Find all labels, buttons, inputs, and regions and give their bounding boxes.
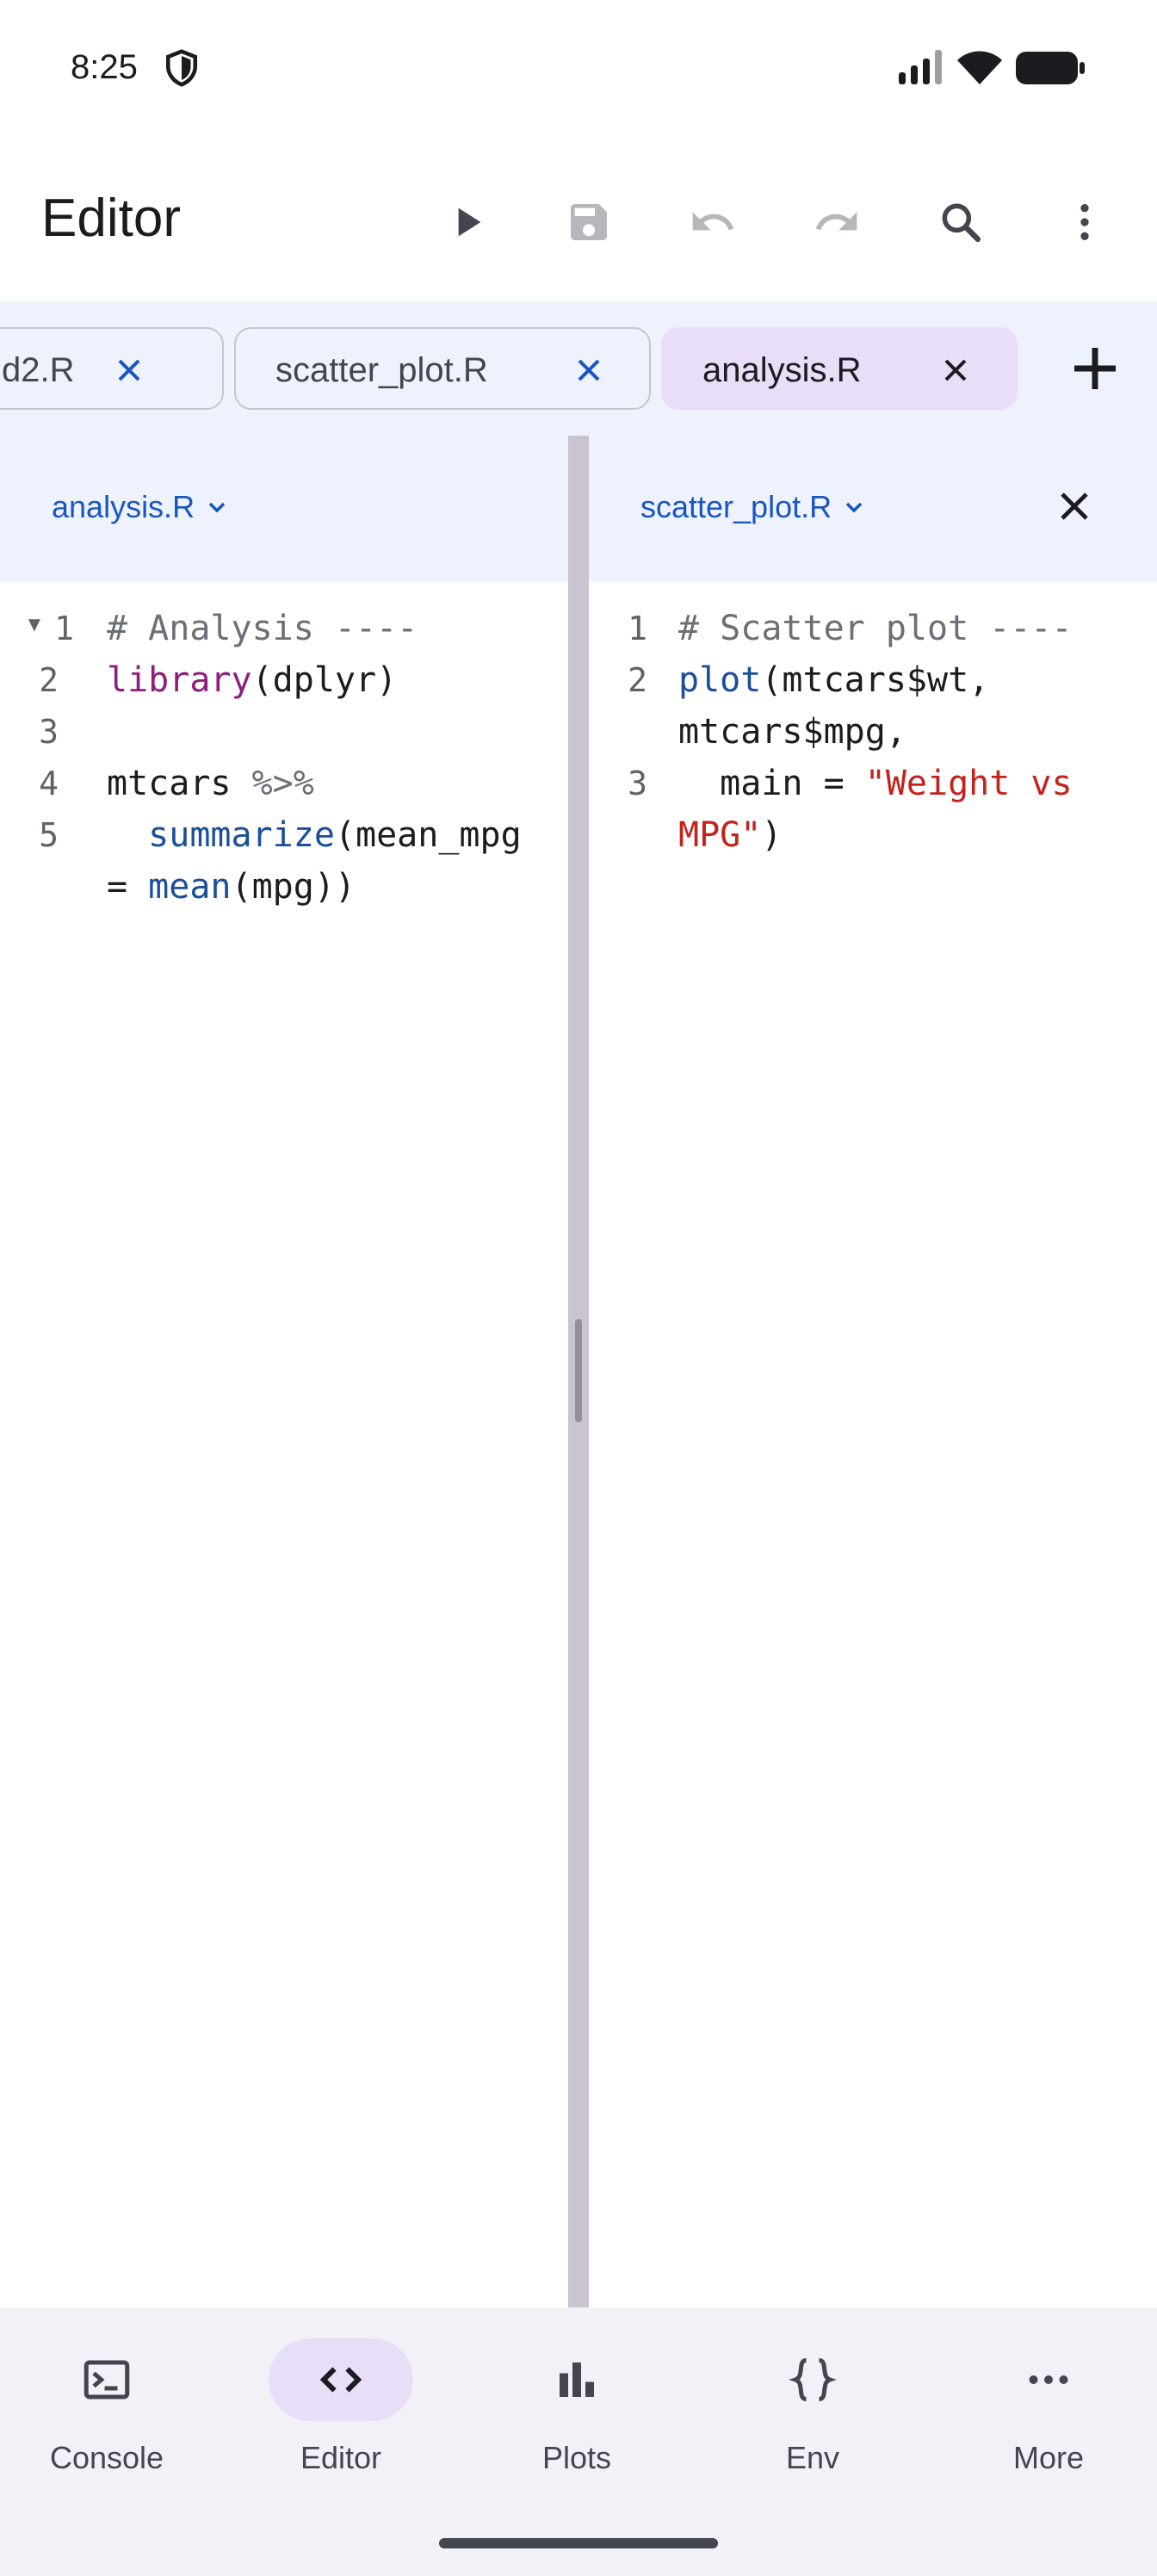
tab-label: scatter_plot.R bbox=[275, 351, 488, 389]
line-number: 3 bbox=[39, 713, 59, 751]
left-file-selector[interactable]: analysis.R bbox=[52, 489, 231, 525]
code-icon bbox=[319, 2367, 362, 2393]
left-pane-header: analysis.R bbox=[0, 436, 568, 582]
right-file-selector[interactable]: scatter_plot.R bbox=[640, 489, 868, 525]
tab-scatter-plot-r[interactable]: scatter_plot.R bbox=[234, 327, 651, 410]
home-indicator bbox=[439, 2538, 718, 2548]
redo-icon bbox=[815, 212, 857, 231]
close-pane-icon[interactable] bbox=[1054, 486, 1095, 527]
close-icon[interactable] bbox=[570, 351, 608, 389]
nav-label: Editor bbox=[300, 2440, 382, 2475]
run-button[interactable] bbox=[434, 189, 499, 255]
tab-analysis-r[interactable]: analysis.R bbox=[661, 327, 1018, 410]
editor-tabs: d2.R scatter_plot.R analysis.R bbox=[0, 301, 1157, 436]
code-line-2: plot(mtcars$wt, mtcars$mpg, bbox=[678, 660, 990, 752]
search-button[interactable] bbox=[928, 189, 993, 255]
status-bar: 8:25 bbox=[0, 0, 1157, 138]
line-number: 1 bbox=[54, 610, 74, 647]
line-number: 5 bbox=[39, 816, 59, 854]
wifi-icon bbox=[957, 51, 1002, 84]
code-line-3: main = "Weight vs MPG") bbox=[678, 764, 1073, 855]
nav-more[interactable]: More bbox=[962, 2338, 1135, 2493]
tab-d2-r[interactable]: d2.R bbox=[0, 327, 224, 410]
line-number: 4 bbox=[39, 765, 59, 802]
nav-pill bbox=[976, 2338, 1121, 2421]
console-icon bbox=[84, 2360, 130, 2400]
code-line-1: # Scatter plot ---- bbox=[678, 609, 1073, 648]
nav-console[interactable]: Console bbox=[21, 2338, 193, 2493]
code-line-2: library(dplyr) bbox=[107, 660, 398, 700]
more-horiz-icon bbox=[1029, 2375, 1068, 2384]
run-icon bbox=[458, 207, 481, 237]
nav-label: More bbox=[1012, 2440, 1085, 2475]
undo-icon bbox=[692, 212, 734, 231]
nav-env[interactable]: Env bbox=[727, 2338, 899, 2493]
right-code-editor[interactable]: 1 2 3 # Scatter plot ---- plot(mtcars$wt… bbox=[589, 582, 1157, 2307]
line-number: 2 bbox=[39, 661, 59, 699]
code-line-5: summarize(mean_mpg = mean(mpg)) bbox=[107, 815, 522, 907]
status-time: 8:25 bbox=[71, 48, 138, 86]
nav-pill bbox=[740, 2338, 885, 2421]
shield-icon bbox=[165, 49, 198, 87]
more-vert-icon bbox=[1080, 204, 1089, 240]
save-button[interactable] bbox=[556, 189, 622, 255]
nav-plots[interactable]: Plots bbox=[491, 2338, 663, 2493]
chevron-down-icon bbox=[208, 502, 226, 513]
close-icon[interactable] bbox=[937, 351, 974, 389]
redo-button[interactable] bbox=[804, 189, 869, 255]
nav-pill bbox=[34, 2338, 179, 2421]
left-file-name: analysis.R bbox=[52, 489, 195, 524]
undo-button[interactable] bbox=[680, 189, 746, 255]
save-icon bbox=[571, 204, 607, 240]
nav-pill bbox=[269, 2338, 413, 2421]
braces-icon bbox=[789, 2358, 837, 2401]
code-line-4: mtcars %>% bbox=[107, 764, 314, 803]
code-comment: # Analysis ---- bbox=[107, 609, 418, 648]
drag-handle[interactable] bbox=[575, 1319, 582, 1422]
tab-label: d2.R bbox=[2, 351, 75, 389]
nav-label: Env bbox=[785, 2440, 840, 2475]
search-icon bbox=[942, 203, 981, 243]
bottom-navigation: Console Editor Plots Env More bbox=[0, 2307, 1157, 2576]
split-divider[interactable] bbox=[568, 436, 589, 2307]
chevron-down-icon bbox=[845, 502, 863, 513]
signal-icon bbox=[899, 50, 942, 84]
code-line-1: # Analysis ---- bbox=[107, 603, 418, 654]
right-pane-header: scatter_plot.R bbox=[589, 436, 1157, 582]
nav-label: Plots bbox=[541, 2440, 612, 2475]
left-code-editor[interactable]: ▼ 1 2 3 4 5 # Analysis ---- library(dply… bbox=[0, 582, 568, 2307]
line-number: 3 bbox=[628, 765, 647, 802]
bar-chart-icon bbox=[560, 2362, 594, 2397]
page-title: Editor bbox=[41, 189, 181, 248]
add-tab-icon[interactable] bbox=[1067, 341, 1123, 396]
line-number: 1 bbox=[628, 610, 647, 647]
app-bar: Editor bbox=[0, 138, 1157, 301]
tab-label: analysis.R bbox=[702, 351, 862, 389]
nav-editor[interactable]: Editor bbox=[255, 2338, 427, 2493]
line-number: 2 bbox=[628, 661, 647, 699]
battery-icon bbox=[1016, 52, 1085, 84]
right-file-name: scatter_plot.R bbox=[640, 489, 832, 524]
more-options-button[interactable] bbox=[1052, 189, 1117, 255]
close-icon[interactable] bbox=[110, 351, 148, 389]
nav-label: Console bbox=[49, 2440, 164, 2475]
nav-pill bbox=[504, 2338, 649, 2421]
